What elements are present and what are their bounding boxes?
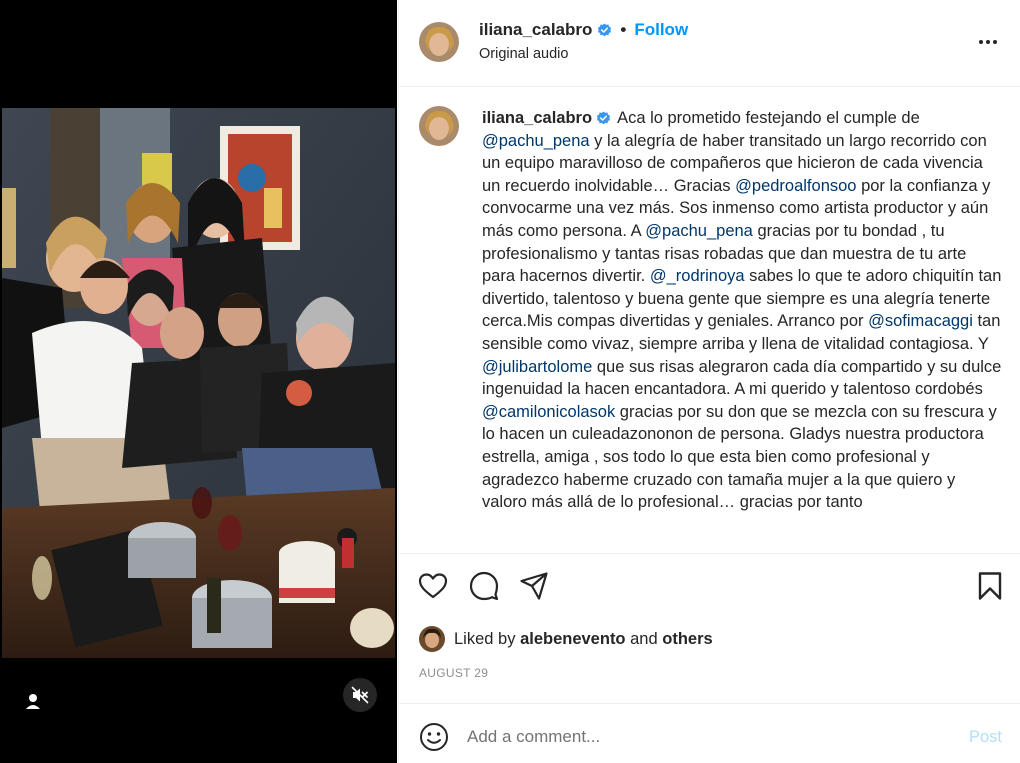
- post-header: iliana_calabro • Follow Original audio: [399, 0, 1020, 87]
- avatar[interactable]: [419, 22, 459, 62]
- action-bar: [399, 570, 1020, 606]
- likes-summary: Liked by alebenevento and others: [419, 626, 713, 652]
- emoji-icon[interactable]: [419, 722, 449, 752]
- username-link[interactable]: iliana_calabro: [479, 20, 592, 40]
- mention-link[interactable]: @julibartolome: [482, 358, 592, 376]
- avatar[interactable]: [419, 626, 445, 652]
- share-icon[interactable]: [518, 570, 550, 602]
- mention-link[interactable]: @_rodrinoya: [650, 267, 745, 285]
- audio-label[interactable]: Original audio: [479, 46, 568, 62]
- caption-body: Aca lo prometido festejando el cumple de…: [482, 109, 1001, 511]
- mention-link[interactable]: @camilonicolasok: [482, 403, 615, 421]
- caption-username[interactable]: iliana_calabro: [482, 109, 592, 127]
- post-media[interactable]: [0, 0, 397, 763]
- caption-text-segment: Aca lo prometido festejando el cumple de: [617, 109, 920, 127]
- verified-badge-icon: [598, 22, 612, 36]
- more-icon[interactable]: [977, 34, 999, 50]
- bookmark-icon[interactable]: [974, 570, 1006, 602]
- user-tag-icon[interactable]: [22, 690, 44, 712]
- verified-badge-icon: [597, 111, 611, 125]
- post-photo[interactable]: [2, 108, 395, 658]
- likes-others-link[interactable]: others: [662, 630, 712, 649]
- heart-icon[interactable]: [417, 570, 449, 602]
- follow-button[interactable]: Follow: [634, 20, 688, 40]
- likes-conjunction: and: [630, 629, 658, 648]
- caption-text: iliana_calabro Aca lo prometido festejan…: [482, 107, 1002, 514]
- post-comment-button[interactable]: Post: [969, 728, 1002, 747]
- avatar[interactable]: [419, 106, 459, 146]
- header-name-row: iliana_calabro • Follow: [479, 20, 688, 40]
- liker-username[interactable]: alebenevento: [520, 630, 625, 649]
- mention-link[interactable]: @sofimacaggi: [868, 312, 973, 330]
- comment-icon[interactable]: [468, 570, 500, 602]
- separator-dot: •: [620, 20, 627, 39]
- likes-prefix: Liked by: [454, 629, 516, 648]
- comment-input[interactable]: [467, 723, 947, 751]
- post-date[interactable]: AUGUST 29: [419, 666, 488, 680]
- mention-link[interactable]: @pachu_pena: [645, 222, 753, 240]
- mention-link[interactable]: @pedroalfonsoo: [735, 177, 856, 195]
- caption-section: iliana_calabro Aca lo prometido festejan…: [399, 88, 1020, 554]
- comment-bar: Post: [399, 703, 1020, 763]
- muted-speaker-icon: [351, 686, 369, 704]
- mute-toggle-button[interactable]: [343, 678, 377, 712]
- post-details-panel: iliana_calabro • Follow Original audio i…: [398, 0, 1020, 763]
- mention-link[interactable]: @pachu_pena: [482, 132, 590, 150]
